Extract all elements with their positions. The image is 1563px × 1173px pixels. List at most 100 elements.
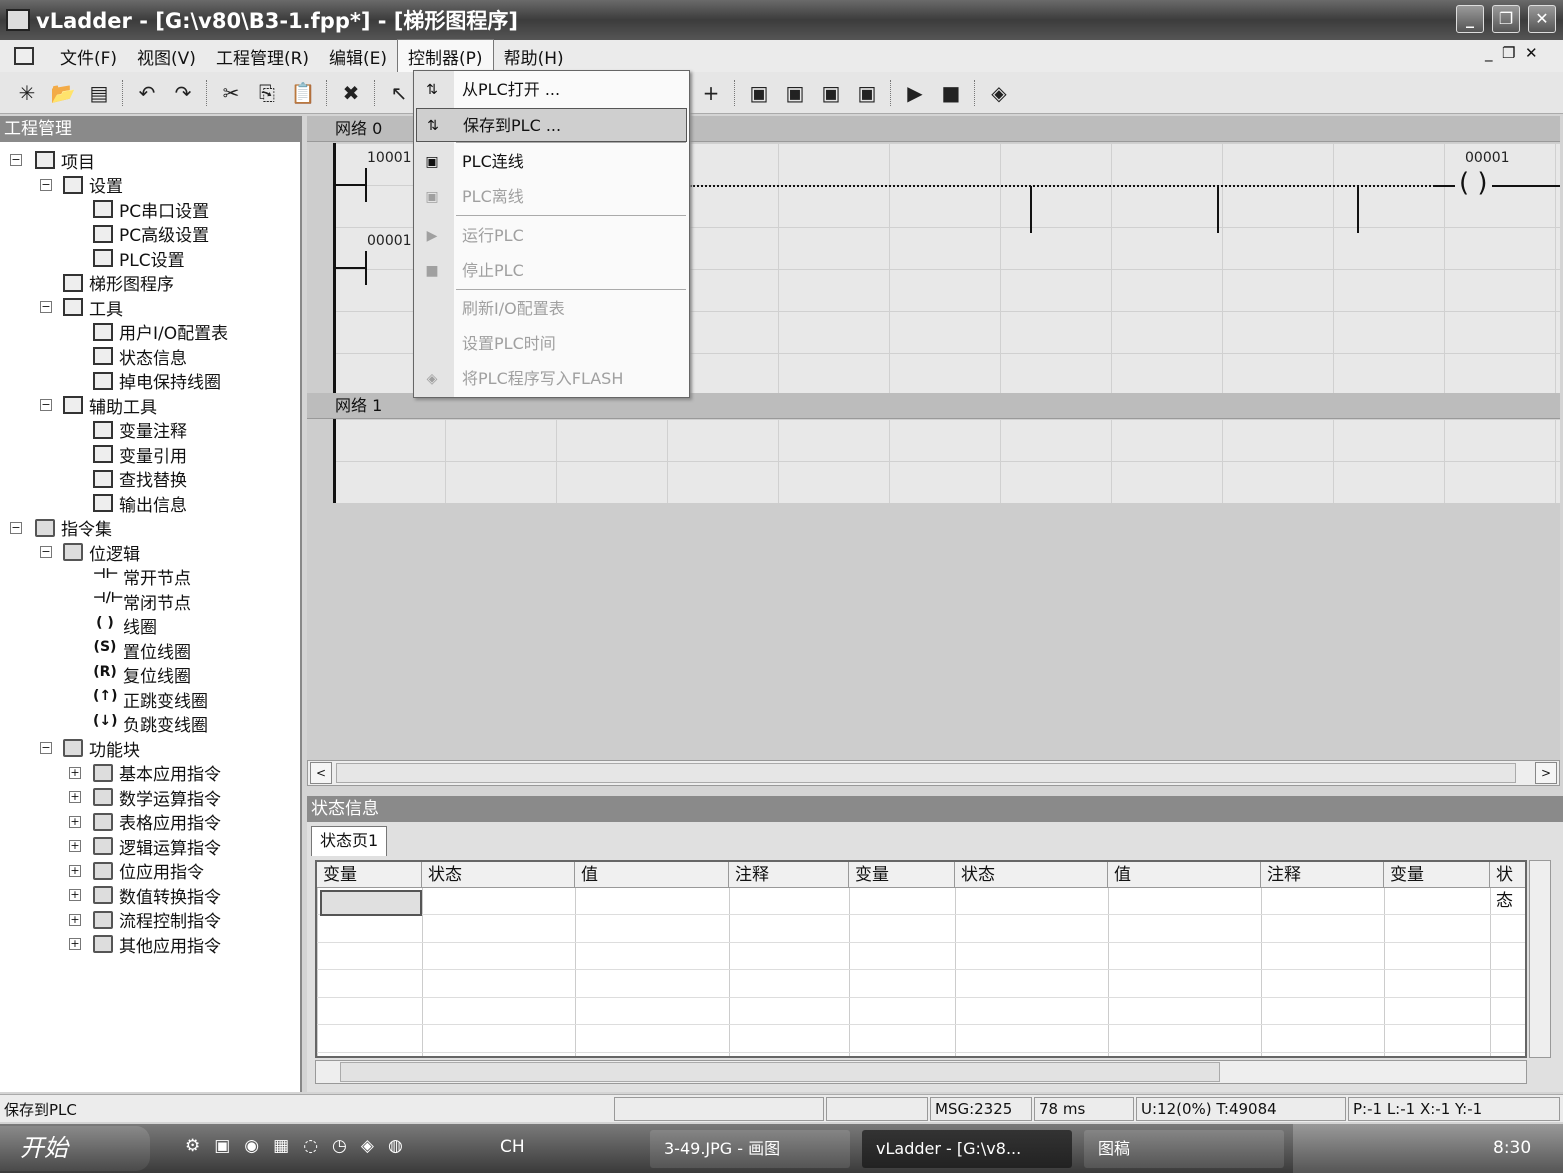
column-header[interactable]: 变量 (317, 862, 422, 888)
menu-help[interactable]: 帮助(H) (494, 40, 574, 73)
tree-item[interactable]: PC高级设置 (93, 222, 209, 246)
menu-file[interactable]: 文件(F) (50, 40, 127, 73)
task-folder[interactable]: 图稿 (1084, 1130, 1284, 1168)
paste-icon[interactable]: 📋 (290, 81, 316, 105)
tree-item[interactable]: 数学运算指令 (93, 785, 221, 810)
task-paint[interactable]: 3-49.JPG - 画图 (650, 1130, 850, 1168)
column-header[interactable]: 状态 (955, 862, 1108, 888)
tree-expander-plus-icon[interactable]: + (69, 815, 81, 828)
tree-item[interactable]: 用户I/O配置表 (93, 320, 228, 344)
tree-item[interactable]: 位逻辑 (63, 540, 140, 565)
menu-item[interactable]: ▶ 运行PLC (416, 219, 687, 253)
tree-expander-plus-icon[interactable]: + (69, 864, 81, 877)
delete-icon[interactable]: ✖ (338, 81, 364, 105)
menu-project[interactable]: 工程管理(R) (206, 40, 319, 73)
tree-expander-minus-icon[interactable]: − (40, 301, 52, 313)
toolbar-tool-22-icon[interactable]: ▶ (902, 81, 928, 105)
open-icon[interactable]: 📂 (50, 81, 76, 105)
tree-expander-plus-icon[interactable]: + (69, 791, 81, 803)
tree-item[interactable]: 指令集 (35, 516, 112, 540)
network-1-body[interactable] (334, 419, 1560, 503)
tree-item[interactable]: 查找替换 (93, 467, 187, 491)
maximize-button[interactable]: ❐ (1492, 5, 1520, 33)
status-table[interactable]: 变量 状态值注释 变量 状态值注释 变量 状态 (315, 860, 1527, 1058)
tree-item[interactable]: 表格应用指令 (93, 810, 221, 834)
menu-item[interactable]: ⇅ 保存到PLC ... (416, 108, 687, 142)
tree-item[interactable]: ( ) 线圈 (93, 614, 157, 639)
menu-item[interactable]: 设置PLC时间 (416, 327, 687, 361)
column-header[interactable]: 变量 (849, 862, 955, 888)
column-header[interactable]: 状态 (422, 862, 575, 888)
minimize-button[interactable]: _ (1456, 5, 1484, 33)
redo-icon[interactable]: ↷ (170, 81, 196, 105)
tree-item[interactable]: 位应用指令 (93, 859, 204, 883)
table-row[interactable] (317, 943, 1525, 970)
cut-icon[interactable]: ✂ (218, 81, 244, 105)
tree-expander-minus-icon[interactable]: − (40, 742, 52, 754)
tree-item[interactable]: (S) 置位线圈 (93, 638, 191, 663)
tree-item[interactable]: 项目 (35, 148, 95, 173)
selected-cell[interactable] (320, 890, 422, 916)
column-header[interactable]: 状态 (1490, 862, 1525, 911)
tree-item[interactable]: 其他应用指令 (93, 932, 221, 957)
table-row[interactable] (317, 971, 1525, 998)
tree-item[interactable]: 逻辑运算指令 (93, 834, 221, 859)
tree-expander-minus-icon[interactable]: − (10, 521, 22, 534)
start-button[interactable]: 开始 (0, 1126, 150, 1171)
save-all-icon[interactable]: ▤ (86, 81, 112, 105)
menu-item[interactable]: ◈ 将PLC程序写入FLASH (416, 362, 687, 396)
tree-expander-plus-icon[interactable]: + (69, 840, 81, 852)
table-row[interactable] (317, 1026, 1525, 1053)
tree-item[interactable]: 基本应用指令 (93, 761, 221, 785)
tree-item[interactable]: 功能块 (63, 736, 140, 761)
table-row[interactable] (317, 998, 1525, 1025)
toolbar-tool-21-icon[interactable]: ▣ (854, 81, 880, 105)
normally-open-contact[interactable] (365, 251, 367, 285)
doc-window-icon[interactable] (14, 47, 34, 65)
tree-item[interactable]: ⊣/⊢ 常闭节点 (93, 589, 191, 614)
column-header[interactable]: 变量 (1384, 862, 1490, 888)
column-header[interactable]: 值 (575, 862, 729, 888)
tree-expander-minus-icon[interactable]: − (10, 154, 22, 166)
tree-item[interactable]: 工具 (63, 295, 123, 320)
toolbar-tool-17-icon[interactable]: + (698, 81, 724, 105)
column-header[interactable]: 注释 (1261, 862, 1384, 888)
tree-item[interactable]: 流程控制指令 (93, 908, 221, 932)
tree-item[interactable]: ⊣⊢ 常开节点 (93, 565, 191, 590)
column-header[interactable]: 值 (1108, 862, 1261, 888)
pointer-icon[interactable]: ↖ (386, 81, 412, 105)
menu-item[interactable]: ■ 停止PLC (416, 254, 687, 288)
tree-expander-minus-icon[interactable]: − (40, 546, 52, 558)
menu-edit[interactable]: 编辑(E) (319, 40, 397, 73)
tree-item[interactable]: PC串口设置 (93, 197, 209, 222)
scroll-thumb[interactable] (336, 763, 1516, 783)
table-row[interactable] (317, 916, 1525, 943)
menu-view[interactable]: 视图(V) (127, 40, 206, 73)
tree-item[interactable]: 掉电保持线圈 (93, 369, 221, 393)
ladder-horizontal-scrollbar[interactable]: < > (307, 760, 1560, 786)
toolbar-tool-18-icon[interactable]: ▣ (746, 81, 772, 105)
menu-controller[interactable]: 控制器(P) (397, 39, 494, 73)
tree-item[interactable]: 输出信息 (93, 491, 187, 516)
menu-item[interactable]: ▣ PLC连线 (416, 145, 687, 179)
quick-launch-icons[interactable]: ⚙▣◉▦◌◷◈◍ (185, 1136, 417, 1156)
mdi-controls[interactable]: _ ❐ ✕ (1485, 44, 1538, 62)
menu-item[interactable]: ⇅ 从PLC打开 ... (416, 73, 687, 107)
tree-item[interactable]: 变量引用 (93, 442, 187, 467)
output-coil[interactable]: ( ) (1455, 168, 1492, 198)
tree-item[interactable]: 辅助工具 (63, 393, 157, 418)
copy-icon[interactable]: ⎘ (254, 81, 280, 105)
toolbar-tool-20-icon[interactable]: ▣ (818, 81, 844, 105)
tree-item[interactable]: 变量注释 (93, 418, 187, 442)
tree-item[interactable]: (↓) 负跳变线圈 (93, 712, 208, 737)
toolbar-tool-23-icon[interactable]: ■ (938, 81, 964, 105)
table-horizontal-scrollbar[interactable] (315, 1060, 1527, 1084)
close-button[interactable]: ✕ (1528, 5, 1556, 33)
tree-expander-plus-icon[interactable]: + (69, 913, 81, 926)
tree-expander-minus-icon[interactable]: − (40, 178, 52, 191)
toolbar-tool-24-icon[interactable]: ◈ (986, 81, 1012, 105)
language-indicator[interactable]: CH (500, 1137, 525, 1157)
tree-item[interactable]: 梯形图程序 (63, 271, 174, 295)
tree-expander-plus-icon[interactable]: + (69, 766, 81, 779)
tree-item[interactable]: 设置 (63, 173, 123, 197)
